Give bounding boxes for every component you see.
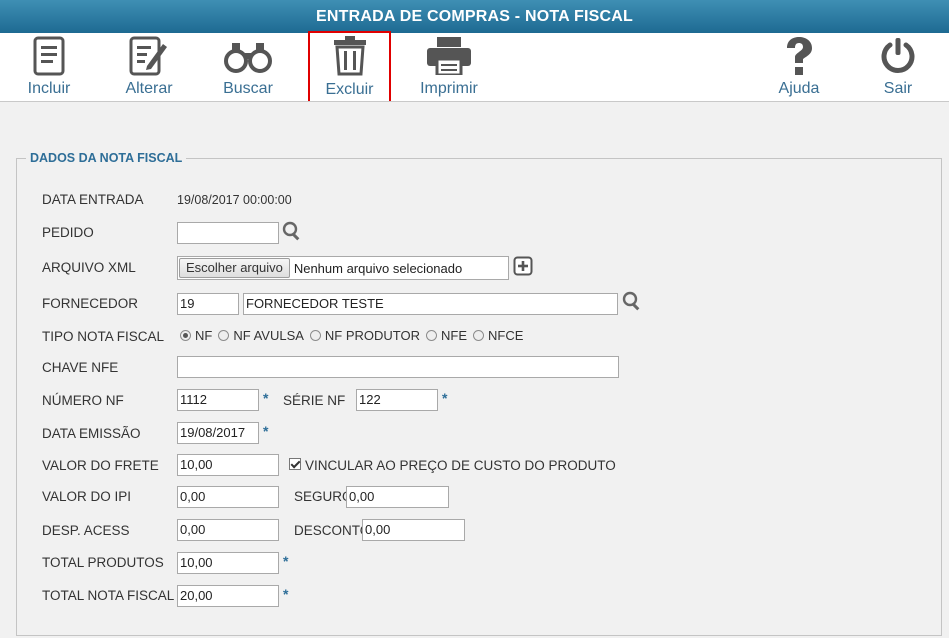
radio-nfce[interactable] xyxy=(473,330,485,341)
toolbar: Incluir Alterar Buscar Excluir Imprimir … xyxy=(0,31,949,106)
seguro-label: SEGURO xyxy=(294,489,353,504)
pedido-label: PEDIDO xyxy=(42,225,94,240)
serie-nf-required: * xyxy=(442,390,448,406)
document-icon xyxy=(33,33,65,78)
edit-document-icon xyxy=(129,33,169,78)
radio-nf-avulsa-label: NF AVULSA xyxy=(233,328,304,343)
data-entrada-value: 19/08/2017 00:00:00 xyxy=(177,193,292,207)
incluir-button[interactable]: Incluir xyxy=(23,33,75,101)
total-nota-label: TOTAL NOTA FISCAL xyxy=(42,588,175,603)
valor-ipi-label: VALOR DO IPI xyxy=(42,489,132,504)
fornecedor-search-icon[interactable] xyxy=(622,291,642,316)
trash-icon xyxy=(333,33,367,79)
binoculars-icon xyxy=(224,33,272,78)
excluir-button[interactable]: Excluir xyxy=(308,31,391,106)
radio-nf-label: NF xyxy=(195,328,213,343)
fornecedor-code-input[interactable]: 19 xyxy=(177,293,239,315)
question-icon xyxy=(783,33,815,78)
chave-nfe-input[interactable] xyxy=(177,356,619,378)
seguro-input[interactable]: 0,00 xyxy=(346,486,449,508)
arquivo-xml-label: ARQUIVO XML xyxy=(42,260,136,275)
radio-nfe[interactable] xyxy=(426,330,438,341)
vincular-checkbox[interactable] xyxy=(289,458,301,470)
total-nota-input[interactable]: 20,00 xyxy=(177,585,279,607)
excluir-label: Excluir xyxy=(325,81,374,98)
main-content: DADOS DA NOTA FISCAL DATA ENTRADA 19/08/… xyxy=(0,102,949,638)
total-produtos-label: TOTAL PRODUTOS xyxy=(42,555,164,570)
numero-nf-required: * xyxy=(263,390,269,406)
desp-acess-label: DESP. ACESS xyxy=(42,523,130,538)
desconto-label: DESCONTO xyxy=(294,523,371,538)
radio-nf-produtor[interactable] xyxy=(309,330,321,341)
serie-nf-input[interactable]: 122 xyxy=(356,389,438,411)
numero-nf-label: NÚMERO NF xyxy=(42,393,124,408)
ajuda-label: Ajuda xyxy=(778,80,820,97)
radio-nf-produtor-label: NF PRODUTOR xyxy=(324,328,421,343)
imprimir-button[interactable]: Imprimir xyxy=(418,33,480,101)
chave-nfe-label: CHAVE NFE xyxy=(42,360,119,375)
power-icon xyxy=(880,33,916,78)
escolher-arquivo-button[interactable]: Escolher arquivo xyxy=(179,258,290,278)
arquivo-status: Nenhum arquivo selecionado xyxy=(293,260,463,276)
total-produtos-required: * xyxy=(283,553,289,569)
data-emissao-required: * xyxy=(263,423,269,439)
fornecedor-name-input[interactable]: FORNECEDOR TESTE xyxy=(243,293,618,315)
alterar-button[interactable]: Alterar xyxy=(124,33,174,101)
valor-frete-label: VALOR DO FRETE xyxy=(42,458,159,473)
plus-square-icon[interactable] xyxy=(513,256,533,281)
ajuda-button[interactable]: Ajuda xyxy=(776,33,822,101)
fornecedor-label: FORNECEDOR xyxy=(42,296,139,311)
alterar-label: Alterar xyxy=(125,80,173,97)
total-nota-required: * xyxy=(283,586,289,602)
imprimir-label: Imprimir xyxy=(420,80,478,97)
radio-nfe-label: NFE xyxy=(441,328,468,343)
buscar-button[interactable]: Buscar xyxy=(222,33,274,101)
numero-nf-input[interactable]: 1112 xyxy=(177,389,259,411)
tipo-nota-label: TIPO NOTA FISCAL xyxy=(42,329,165,344)
desp-acess-input[interactable]: 0,00 xyxy=(177,519,279,541)
vincular-label: VINCULAR AO PREÇO DE CUSTO DO PRODUTO xyxy=(305,458,616,473)
serie-nf-label: SÉRIE NF xyxy=(283,393,346,408)
radio-nf-avulsa[interactable] xyxy=(218,330,230,341)
incluir-label: Incluir xyxy=(27,80,71,97)
desconto-input[interactable]: 0,00 xyxy=(362,519,465,541)
pedido-search-icon[interactable] xyxy=(282,221,302,246)
fieldset-legend: DADOS DA NOTA FISCAL xyxy=(26,151,187,165)
sair-button[interactable]: Sair xyxy=(878,33,918,101)
radio-nf[interactable] xyxy=(180,330,191,341)
sair-label: Sair xyxy=(883,80,913,97)
pedido-input[interactable] xyxy=(177,222,279,244)
valor-frete-input[interactable]: 10,00 xyxy=(177,454,279,476)
total-produtos-input[interactable]: 10,00 xyxy=(177,552,279,574)
data-emissao-label: DATA EMISSÃO xyxy=(42,426,141,441)
data-entrada-label: DATA ENTRADA xyxy=(42,192,144,207)
data-emissao-input[interactable]: 19/08/2017 xyxy=(177,422,259,444)
window-title: ENTRADA DE COMPRAS - NOTA FISCAL xyxy=(0,0,949,33)
printer-icon xyxy=(425,33,473,78)
arquivo-xml-field: Escolher arquivo Nenhum arquivo selecion… xyxy=(177,256,509,280)
valor-ipi-input[interactable]: 0,00 xyxy=(177,486,279,508)
buscar-label: Buscar xyxy=(223,80,273,97)
tipo-nota-radio-group: NF NF AVULSA NF PRODUTOR NFE NFCE xyxy=(180,328,529,343)
radio-nfce-label: NFCE xyxy=(488,328,524,343)
